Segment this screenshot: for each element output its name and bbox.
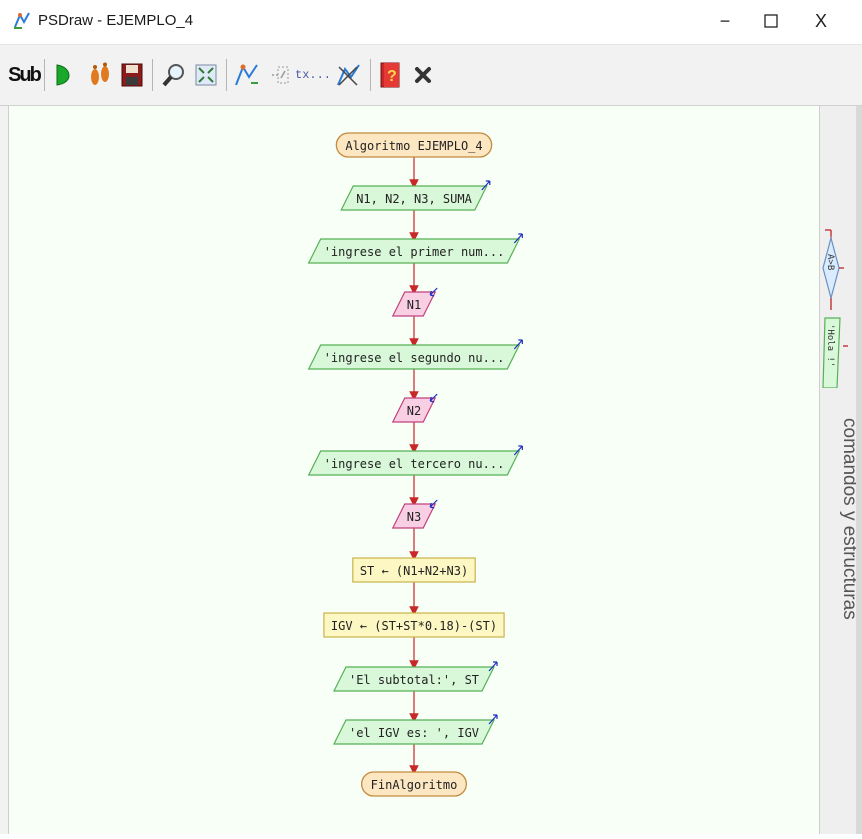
flow-nodes: Algoritmo EJEMPLO_4 N1, N2, N3, SUMA 'ingr… (307, 132, 523, 797)
minimize-icon: − (719, 10, 731, 31)
flowchart-canvas[interactable]: Algoritmo EJEMPLO_4 N1, N2, N3, SUMA 'ingr… (8, 106, 819, 834)
flow-node-text: IGV ← (ST+ST*0.18)-(ST) (331, 619, 497, 633)
flow-node-text: 'el IGV es: ', IGV (349, 726, 479, 740)
right-edge (856, 106, 862, 834)
toolbar-separator (226, 59, 227, 91)
left-edge (0, 106, 8, 834)
flow-node-text: N1 (407, 298, 421, 312)
flow-node-text: N1, N2, N3, SUMA (356, 192, 472, 206)
close-diagram-button[interactable] (410, 59, 436, 91)
minimize-button[interactable]: − (702, 6, 748, 36)
commands-palette: A>B 'Hola !' (822, 229, 848, 388)
save-button[interactable] (118, 59, 146, 91)
steps-icon (91, 62, 109, 85)
flow-node-start[interactable]: Algoritmo EJEMPLO_4 (335, 132, 493, 158)
comment-button[interactable] (266, 59, 294, 91)
if-structure-label: A>B (825, 254, 835, 270)
flow-node-read[interactable]: N1 (391, 287, 438, 317)
text-icon: tx... (295, 68, 332, 82)
zoom-button[interactable] (160, 59, 188, 91)
close-window-button[interactable]: X (798, 6, 844, 36)
psdraw-app-icon (14, 12, 30, 29)
flow-node-write[interactable]: 'el IGV es: ', IGV (333, 714, 498, 745)
sub-icon: Sub (8, 63, 42, 86)
commands-panel-label: comandos y estructuras (839, 418, 860, 620)
close-window-icon: X (814, 10, 827, 31)
draw-button[interactable] (334, 59, 364, 91)
edit-flowchart-button[interactable] (232, 59, 262, 91)
run-button[interactable] (52, 59, 78, 91)
close-icon (415, 67, 431, 83)
steps-button[interactable] (86, 59, 114, 91)
window-title: PSDraw - EJEMPLO_4 (38, 12, 194, 29)
title-bar: PSDraw - EJEMPLO_4 − X (0, 0, 862, 45)
write-structure-icon[interactable]: 'Hola !' (822, 317, 848, 388)
flow-node-text: N3 (407, 510, 421, 524)
maximize-icon (764, 14, 778, 28)
save-icon (121, 63, 143, 87)
flow-node-end[interactable]: FinAlgoritmo (360, 771, 468, 797)
fit-icon (195, 64, 217, 86)
flow-node-write[interactable]: 'ingrese el primer num... (307, 233, 523, 264)
flow-node-read[interactable]: N2 (391, 393, 438, 423)
help-icon: ? (380, 62, 400, 88)
maximize-button[interactable] (748, 6, 794, 36)
flow-node-write[interactable]: 'ingrese el segundo nu... (307, 339, 523, 370)
flow-node-define[interactable]: N1, N2, N3, SUMA (340, 180, 491, 211)
flow-node-text: Algoritmo EJEMPLO_4 (345, 139, 482, 153)
flowchart-diagram: Algoritmo EJEMPLO_4 N1, N2, N3, SUMA 'ingr… (307, 132, 523, 797)
flow-node-text: 'ingrese el tercero nu... (324, 457, 505, 471)
flow-node-text: N2 (407, 404, 421, 418)
toolbar-separator (44, 59, 45, 91)
toolbar: Sub tx... ? (0, 45, 862, 106)
comment-icon (272, 66, 289, 84)
fit-button[interactable] (192, 59, 220, 91)
draw-icon (337, 64, 360, 86)
write-structure-label: 'Hola !' (825, 324, 835, 367)
if-structure-icon[interactable]: A>B (822, 229, 844, 310)
toolbar-separator (370, 59, 371, 91)
flow-node-text: 'El subtotal:', ST (349, 673, 479, 687)
flow-node-text: FinAlgoritmo (371, 778, 458, 792)
run-icon (56, 64, 70, 86)
flow-node-assign[interactable]: IGV ← (ST+ST*0.18)-(ST) (323, 612, 505, 638)
zoom-icon (162, 64, 184, 87)
toolbar-separator (152, 59, 153, 91)
flow-node-write[interactable]: 'El subtotal:', ST (333, 661, 498, 692)
flow-node-write[interactable]: 'ingrese el tercero nu... (307, 445, 523, 476)
flow-node-read[interactable]: N3 (391, 499, 438, 529)
flow-node-text: ST ← (N1+N2+N3) (360, 564, 468, 578)
svg-text:?: ? (387, 68, 397, 85)
flow-node-assign[interactable]: ST ← (N1+N2+N3) (352, 557, 476, 583)
text-button[interactable]: tx... (295, 59, 332, 91)
edit-icon (235, 64, 258, 86)
flow-node-text: 'ingrese el segundo nu... (324, 351, 505, 365)
help-button[interactable]: ? (376, 59, 406, 91)
sub-button[interactable]: Sub (8, 59, 42, 91)
flow-node-text: 'ingrese el primer num... (324, 245, 505, 259)
